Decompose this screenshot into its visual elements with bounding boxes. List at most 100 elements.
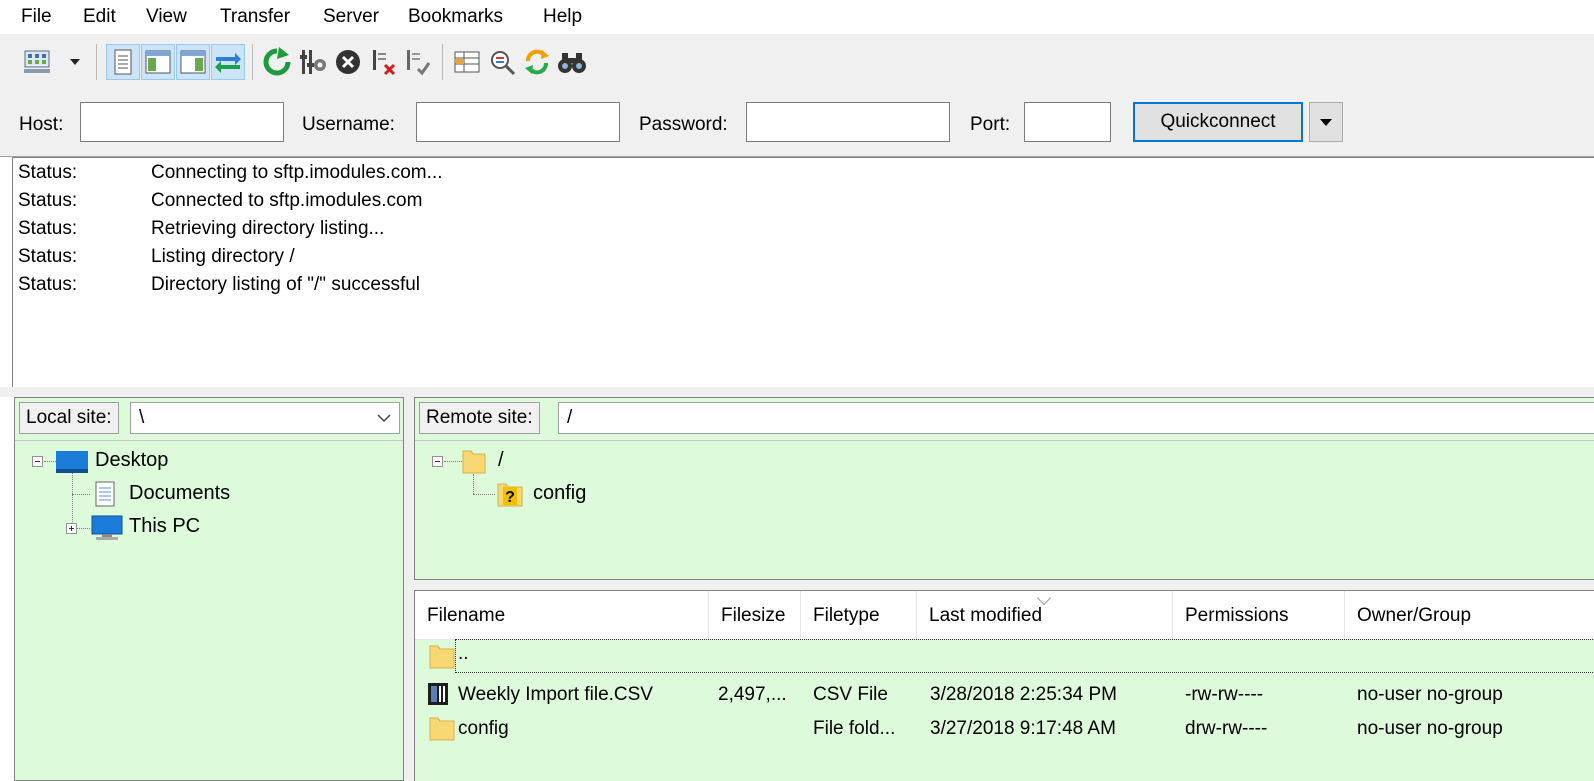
file-owner-group: no-user no-group — [1357, 684, 1503, 705]
table-row[interactable]: config File fold... 3/27/2018 9:17:48 AM… — [415, 711, 1594, 745]
menu-view[interactable]: View — [146, 6, 187, 28]
unknown-folder-icon: ? — [497, 483, 523, 507]
disconnect-button[interactable] — [366, 44, 400, 80]
log-message: Listing directory / — [151, 246, 295, 267]
tree-line — [473, 474, 474, 494]
svg-text:?: ? — [505, 489, 515, 506]
chevron-down-icon — [377, 414, 391, 423]
file-type: File fold... — [813, 718, 896, 739]
file-name: Weekly Import file.CSV — [458, 684, 653, 705]
collapse-toggle[interactable] — [32, 456, 43, 467]
expand-toggle[interactable] — [66, 523, 77, 534]
tree-line — [444, 461, 462, 462]
tree-line — [44, 461, 56, 462]
port-input[interactable] — [1024, 102, 1111, 142]
log-label: Status: — [18, 246, 78, 267]
local-path-value: \ — [139, 407, 145, 428]
folder-icon — [462, 450, 486, 474]
quickconnect-button[interactable]: Quickconnect — [1133, 102, 1303, 142]
search-button[interactable] — [555, 44, 589, 80]
file-name: .. — [458, 643, 469, 664]
toggle-remote-tree-icon — [180, 50, 206, 74]
column-header-filesize[interactable]: Filesize — [709, 591, 801, 639]
toolbar-separator — [96, 44, 97, 80]
toolbar-separator — [252, 44, 253, 80]
menu-bar: File Edit View Transfer Server Bookmarks… — [0, 0, 1594, 34]
log-label: Status: — [18, 274, 78, 295]
file-type: CSV File — [813, 684, 888, 705]
directory-compare-button[interactable] — [485, 44, 519, 80]
remote-splitter[interactable] — [414, 580, 1594, 590]
log-message: Retrieving directory listing... — [151, 218, 385, 239]
file-list-header: Filename Filesize Filetype Last modified… — [415, 590, 1594, 640]
folder-icon — [429, 717, 455, 741]
toggle-remote-tree-button[interactable] — [176, 44, 210, 80]
cancel-button[interactable] — [331, 44, 365, 80]
table-row[interactable]: .. — [415, 639, 1594, 673]
column-header-owner-group[interactable]: Owner/Group — [1345, 591, 1594, 639]
directory-filter-button[interactable] — [450, 44, 484, 80]
remote-path-combobox[interactable]: / — [558, 402, 1594, 434]
file-owner-group: no-user no-group — [1357, 718, 1503, 739]
username-label: Username: — [302, 114, 395, 135]
file-size: 2,497,... — [718, 684, 787, 705]
username-input[interactable] — [416, 102, 620, 142]
site-manager-button[interactable] — [20, 44, 54, 80]
port-label: Port: — [970, 114, 1011, 135]
toolbar-separator — [442, 44, 443, 80]
password-label: Password: — [639, 114, 728, 135]
column-header-permissions[interactable]: Permissions — [1173, 591, 1345, 639]
column-header-filetype[interactable]: Filetype — [801, 591, 917, 639]
log-splitter[interactable] — [0, 387, 1594, 397]
collapse-toggle[interactable] — [432, 456, 443, 467]
sync-browsing-button[interactable] — [520, 44, 554, 80]
host-input[interactable] — [80, 102, 284, 142]
remote-site-label: Remote site: — [419, 402, 540, 434]
tree-line — [473, 494, 495, 495]
local-site-pane: Local site: \ Desktop Documents This PC — [14, 397, 404, 781]
remote-path-value: / — [567, 407, 573, 428]
remote-site-pane: Remote site: / / ? config — [414, 397, 1594, 580]
reconnect-button[interactable] — [400, 44, 434, 80]
menu-help[interactable]: Help — [543, 6, 582, 28]
site-manager-dropdown-icon — [70, 59, 80, 65]
search-icon — [558, 53, 586, 73]
tree-item-label: config — [533, 482, 587, 504]
tree-item-label: Desktop — [95, 449, 169, 471]
site-manager-dropdown-button[interactable] — [62, 44, 88, 80]
csv-file-icon — [428, 683, 448, 705]
site-manager-icon — [24, 50, 50, 73]
local-path-combobox[interactable]: \ — [130, 402, 400, 434]
message-log[interactable]: Status: Connecting to sftp.imodules.com.… — [12, 157, 1594, 387]
local-site-label: Local site: — [19, 402, 119, 434]
file-modified: 3/28/2018 2:25:34 PM — [930, 684, 1117, 705]
menu-transfer[interactable]: Transfer — [220, 6, 290, 28]
directory-compare-icon — [491, 51, 516, 76]
toggle-local-tree-button[interactable] — [141, 44, 175, 80]
password-input[interactable] — [746, 102, 950, 142]
toggle-message-log-icon — [114, 49, 132, 75]
file-modified: 3/27/2018 9:17:48 AM — [930, 718, 1116, 739]
menu-file[interactable]: File — [21, 6, 52, 28]
menu-bookmarks[interactable]: Bookmarks — [408, 6, 503, 28]
computer-icon — [91, 515, 123, 540]
log-message: Connecting to sftp.imodules.com... — [151, 162, 443, 183]
tree-line — [72, 494, 90, 495]
remote-file-list[interactable]: Filename Filesize Filetype Last modified… — [414, 590, 1594, 781]
menu-edit[interactable]: Edit — [83, 6, 116, 28]
log-label: Status: — [18, 190, 78, 211]
process-queue-button[interactable] — [296, 44, 330, 80]
toggle-transfer-queue-button[interactable] — [211, 44, 245, 80]
toggle-message-log-button[interactable] — [106, 44, 140, 80]
folder-icon — [429, 645, 455, 669]
desktop-icon — [56, 451, 88, 473]
refresh-button[interactable] — [260, 44, 294, 80]
menu-server[interactable]: Server — [323, 6, 379, 28]
quickconnect-history-dropdown[interactable] — [1309, 102, 1343, 142]
toggle-local-tree-icon — [145, 50, 171, 74]
table-row[interactable]: Weekly Import file.CSV 2,497,... CSV Fil… — [415, 677, 1594, 711]
pane-splitter[interactable] — [404, 397, 414, 781]
column-header-filename[interactable]: Filename — [415, 591, 709, 639]
log-label: Status: — [18, 162, 78, 183]
reconnect-icon — [407, 50, 431, 76]
